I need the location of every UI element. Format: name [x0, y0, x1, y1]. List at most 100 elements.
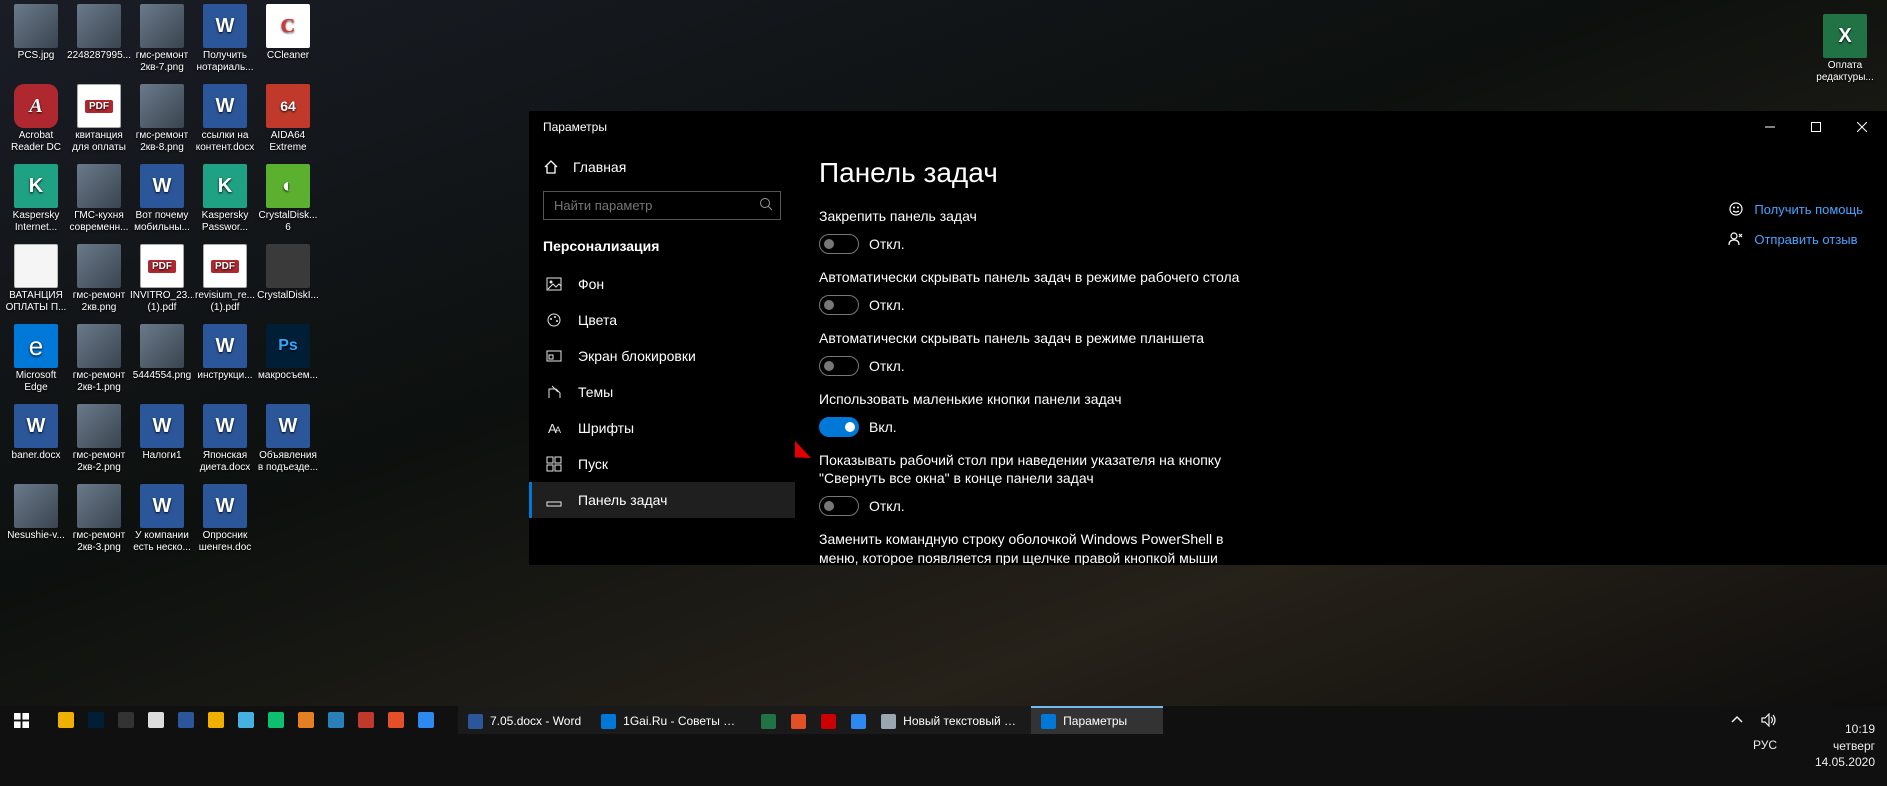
- nav-item-Экран блокировки[interactable]: Экран блокировки: [529, 338, 795, 374]
- taskbar-pin[interactable]: [172, 708, 200, 732]
- desktop-icon[interactable]: Acrobat Reader DC: [4, 84, 68, 153]
- toggle-switch[interactable]: [819, 496, 859, 516]
- desktop-icon[interactable]: Nesushie-v...: [4, 484, 68, 542]
- cdisk-icon: [266, 164, 310, 208]
- toggle-state-text: Откл.: [869, 358, 905, 374]
- image-icon: [140, 324, 184, 368]
- desktop-icon[interactable]: гмс-ремонт 2кв-3.png: [67, 484, 131, 553]
- nav-item-label: Шрифты: [578, 420, 634, 436]
- taskbar-pin[interactable]: [292, 708, 320, 732]
- taskbar-pin[interactable]: [52, 708, 80, 732]
- desktop-icon[interactable]: 5444554.png: [130, 324, 194, 382]
- taskbar-pin[interactable]: [202, 708, 230, 732]
- desktop-icon[interactable]: макросъем...: [256, 324, 320, 382]
- desktop-icon[interactable]: Налоги1: [130, 404, 194, 462]
- taskbar-pin[interactable]: [382, 708, 410, 732]
- tray-language[interactable]: РУС: [1753, 738, 1777, 752]
- desktop-icon[interactable]: Вот почему мобильны...: [130, 164, 194, 233]
- taskbar-pin[interactable]: [82, 708, 110, 732]
- taskbar-pin[interactable]: [322, 708, 350, 732]
- desktop-icon[interactable]: гмс-ремонт 2кв-1.png: [67, 324, 131, 393]
- volume-icon[interactable]: [1761, 713, 1777, 727]
- desktop-icon[interactable]: гмс-ремонт 2кв-8.png: [130, 84, 194, 153]
- taskbar-task[interactable]: Параметры: [1031, 706, 1163, 734]
- desktop-icon[interactable]: Получить нотариаль...: [193, 4, 257, 73]
- desktop-icon[interactable]: ВАТАНЦИЯ ОПЛАТЫ П...: [4, 244, 68, 313]
- task-app-icon: [601, 714, 616, 729]
- desktop-icon[interactable]: Kaspersky Passwor...: [193, 164, 257, 233]
- taskbar-task[interactable]: 1Gai.Ru - Советы и т...: [591, 706, 751, 734]
- desktop-icon[interactable]: Опросник шенген.doc: [193, 484, 257, 553]
- toggle-switch[interactable]: [819, 356, 859, 376]
- desktop-icon[interactable]: CrystalDiskI...: [256, 244, 320, 302]
- feedback-link[interactable]: Отправить отзыв: [1728, 231, 1863, 247]
- nav-item-Шрифты[interactable]: AAШрифты: [529, 410, 795, 446]
- desktop-icon[interactable]: revisium_re... (1).pdf: [193, 244, 257, 313]
- toggle-switch[interactable]: [819, 234, 859, 254]
- nav-item-Фон[interactable]: Фон: [529, 266, 795, 302]
- desktop-icon[interactable]: гмс-ремонт 2кв-2.png: [67, 404, 131, 473]
- taskbar-task[interactable]: [781, 706, 811, 734]
- taskbar-pins: [42, 708, 440, 732]
- desktop-icon[interactable]: 2248287995...: [67, 4, 131, 62]
- tray-clock[interactable]: 10:19 четверг 14.05.2020: [1815, 706, 1879, 786]
- nav-item-Пуск[interactable]: Пуск: [529, 446, 795, 482]
- desktop-icon[interactable]: У компании есть неско...: [130, 484, 194, 553]
- taskbar-pin[interactable]: [352, 708, 380, 732]
- toggle-state-text: Откл.: [869, 297, 905, 313]
- start-icon: [546, 456, 564, 472]
- desktop-icon-label: гмс-ремонт 2кв-2.png: [67, 450, 131, 473]
- taskbar-pin[interactable]: [232, 708, 260, 732]
- svg-text:A: A: [555, 425, 561, 435]
- desktop-icon[interactable]: Microsoft Edge: [4, 324, 68, 393]
- taskbar-task[interactable]: [811, 706, 841, 734]
- desktop-icon[interactable]: ГМС-кухня современн...: [67, 164, 131, 233]
- taskbar-pin[interactable]: [412, 708, 440, 732]
- nav-item-Цвета[interactable]: Цвета: [529, 302, 795, 338]
- desktop-icon-label: INVITRO_23... (1).pdf: [130, 290, 194, 313]
- nav-home[interactable]: Главная: [529, 149, 795, 185]
- desktop-icon-label: Объявления в подъезде...: [256, 450, 320, 473]
- taskbar-tasks: 7.05.docx - Word1Gai.Ru - Советы и т... Н…: [458, 706, 1163, 734]
- desktop-icon-label: 2248287995...: [67, 50, 131, 62]
- feedback-label: Отправить отзыв: [1754, 232, 1857, 247]
- taskbar-task[interactable]: 7.05.docx - Word: [458, 706, 591, 734]
- taskbar-task[interactable]: [751, 706, 781, 734]
- taskbar-pin[interactable]: [142, 708, 170, 732]
- desktop-icon[interactable]: CrystalDisk... 6: [256, 164, 320, 233]
- start-button[interactable]: [0, 706, 42, 734]
- desktop-icon-label: У компании есть неско...: [130, 530, 194, 553]
- desktop-icon[interactable]: Японская диета.docx: [193, 404, 257, 473]
- desktop-icon[interactable]: Оплата редактуры...: [1813, 14, 1877, 83]
- desktop-icon[interactable]: baner.docx: [4, 404, 68, 462]
- desktop-icon[interactable]: CCleaner: [256, 4, 320, 62]
- maximize-button[interactable]: [1793, 111, 1839, 143]
- taskbar-task[interactable]: [841, 706, 871, 734]
- taskbar-pin[interactable]: [112, 708, 140, 732]
- search-input[interactable]: [543, 191, 781, 220]
- desktop-icon[interactable]: AIDA64 Extreme: [256, 84, 320, 153]
- nav-item-Темы[interactable]: Темы: [529, 374, 795, 410]
- desktop-icon-label: гмс-ремонт 2кв-7.png: [130, 50, 194, 73]
- desktop-icon[interactable]: Объявления в подъезде...: [256, 404, 320, 473]
- get-help-link[interactable]: Получить помощь: [1728, 201, 1863, 217]
- minimize-button[interactable]: [1747, 111, 1793, 143]
- desktop-icon[interactable]: инструкци...: [193, 324, 257, 382]
- desktop-icon-label: Получить нотариаль...: [193, 50, 257, 73]
- desktop-icon[interactable]: PCS.jpg: [4, 4, 68, 62]
- toggle-switch[interactable]: [819, 417, 859, 437]
- desktop-icon[interactable]: гмс-ремонт 2кв.png: [67, 244, 131, 313]
- desktop-icon[interactable]: INVITRO_23... (1).pdf: [130, 244, 194, 313]
- nav-item-Панель задач[interactable]: Панель задач: [529, 482, 795, 518]
- desktop-icon[interactable]: квитанция для оплаты пат...: [67, 84, 131, 154]
- taskbar-task[interactable]: Новый текстовый до...: [871, 706, 1031, 734]
- desktop-icon[interactable]: Kaspersky Internet...: [4, 164, 68, 233]
- taskbar-pin[interactable]: [262, 708, 290, 732]
- task-app-icon: [791, 714, 806, 729]
- toggle-switch[interactable]: [819, 295, 859, 315]
- chevron-up-icon[interactable]: [1731, 714, 1743, 726]
- desktop-icon[interactable]: гмс-ремонт 2кв-7.png: [130, 4, 194, 73]
- desktop-icon[interactable]: ссылки на контент.docx: [193, 84, 257, 153]
- close-button[interactable]: [1839, 111, 1885, 143]
- page-title: Панель задач: [819, 157, 1863, 189]
